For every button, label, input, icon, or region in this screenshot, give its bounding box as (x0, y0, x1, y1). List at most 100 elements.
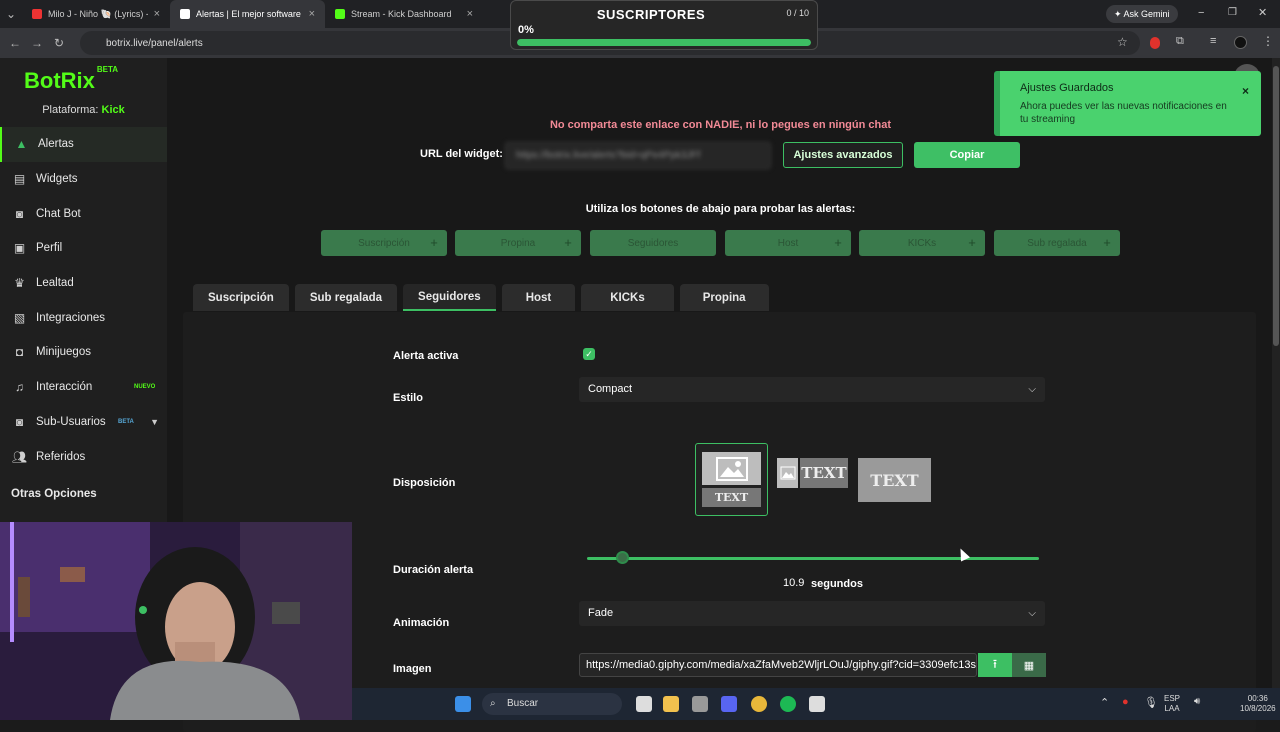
tab-sub-regalada[interactable]: Sub regalada (294, 284, 398, 311)
beta-badge: BETA (118, 418, 134, 425)
taskbar-search[interactable]: ⌕ Buscar (482, 693, 622, 715)
check-icon: ✓ (585, 349, 593, 359)
subscriber-goal-fill (517, 39, 811, 46)
plus-icon: + (430, 235, 438, 250)
close-icon[interactable]: × (467, 8, 473, 20)
sidebar-item-lealtad[interactable]: ♛ Lealtad (0, 266, 167, 301)
tray-expand-icon[interactable]: ⌃ (1100, 696, 1109, 709)
windows-start-icon[interactable] (455, 696, 471, 712)
extension-icon[interactable] (1150, 37, 1160, 49)
test-gifted-sub-button[interactable]: Sub regalada + (994, 230, 1120, 256)
style-select[interactable]: Compact ⌵ (579, 377, 1045, 402)
upload-button[interactable]: ⭱ (978, 653, 1012, 677)
media-control-icon[interactable]: ≡ (1210, 35, 1216, 47)
webcam-feed-image (0, 522, 352, 720)
new-badge: NUEVO (134, 384, 156, 391)
text-placeholder: TEXT (858, 458, 931, 502)
profile-avatar-icon[interactable] (1234, 36, 1247, 49)
close-icon[interactable]: × (154, 8, 160, 20)
gallery-button[interactable]: ▦ (1012, 653, 1046, 677)
ask-gemini-button[interactable]: ✦ Ask Gemini (1106, 5, 1178, 23)
page-scrollbar[interactable] (1272, 58, 1280, 720)
app-icon[interactable] (692, 696, 708, 712)
tab-propina[interactable]: Propina (679, 284, 769, 311)
integrations-icon: ▧ (13, 310, 26, 325)
kick-icon (335, 9, 345, 19)
tab-kicks[interactable]: KICKs (581, 284, 674, 311)
minimize-icon[interactable]: − (1198, 7, 1204, 19)
sidebar-item-interaccion[interactable]: ♫ Interacción NUEVO (0, 370, 167, 405)
animation-select[interactable]: Fade ⌵ (579, 601, 1045, 626)
sidebar-item-widgets[interactable]: ▤ Widgets (0, 162, 167, 197)
botrix-logo[interactable]: BotRix BETA (24, 65, 118, 94)
test-followers-button[interactable]: Seguidores (590, 230, 716, 256)
subscriber-goal-widget: SUSCRIPTORES 0 / 10 0% (510, 0, 818, 50)
alert-active-label: Alerta activa (393, 350, 459, 362)
obs-icon[interactable] (809, 696, 825, 712)
tab-host[interactable]: Host (501, 284, 576, 311)
discord-icon[interactable] (721, 696, 737, 712)
widget-url-field[interactable]: https://botrix.live/alerts?bid=qPe4Ppk3J… (505, 142, 771, 169)
kebab-menu-icon[interactable]: ⋮ (1262, 34, 1274, 48)
tray-app-icon[interactable]: ● (1122, 696, 1129, 708)
sidebar-item-integraciones[interactable]: ▧ Integraciones (0, 300, 167, 335)
extensions-puzzle-icon[interactable]: ⧉ (1176, 35, 1184, 48)
layout-option-overlay[interactable]: TEXT (858, 443, 931, 516)
tab-list-icon[interactable]: ⌄ (0, 7, 22, 21)
microphone-icon[interactable]: 🎙︎ (1144, 696, 1158, 709)
browser-tab-kick[interactable]: Stream - Kick Dashboard × (325, 0, 483, 28)
sidebar-item-alertas[interactable]: ▲ Alertas (0, 127, 167, 162)
test-host-button[interactable]: Host + (725, 230, 851, 256)
test-kicks-button[interactable]: KICKs + (859, 230, 985, 256)
robot-icon: ◙ (15, 206, 24, 221)
alert-active-checkbox[interactable]: ✓ (583, 348, 595, 360)
clock[interactable]: 00:36 10/8/2026 (1240, 694, 1276, 714)
other-options-heading[interactable]: Otras Opciones (11, 488, 97, 500)
settings-saved-toast: Ajustes Guardados Ahora puedes ver las n… (994, 71, 1261, 136)
bookmark-star-icon[interactable]: ☆ (1117, 35, 1128, 49)
browser-tab-alertas[interactable]: Alertas | El mejor software para × (170, 0, 325, 28)
layout-option-stacked[interactable]: TEXT (695, 443, 768, 516)
widgets-icon: ▤ (13, 172, 26, 187)
platform-indicator: Plataforma: Kick (42, 104, 125, 116)
image-url-input[interactable]: https://media0.giphy.com/media/xaZfaMveb… (579, 653, 977, 677)
task-view-icon[interactable] (636, 696, 652, 712)
chrome-icon[interactable] (751, 696, 767, 712)
sidebar-item-sub-usuarios[interactable]: ◙ Sub-Usuarios BETA ▼ (0, 405, 167, 440)
spotify-icon[interactable] (780, 696, 796, 712)
back-icon[interactable]: ← (4, 36, 26, 50)
restore-icon[interactable]: ❐ (1228, 7, 1237, 18)
chevron-down-icon[interactable]: ▼ (150, 417, 159, 427)
test-subscription-button[interactable]: Suscripción + (321, 230, 447, 256)
advanced-settings-button[interactable]: Ajustes avanzados (783, 142, 903, 168)
copy-button[interactable]: Copiar (914, 142, 1020, 168)
sidebar-item-perfil[interactable]: ▣ Perfil (0, 231, 167, 266)
test-alerts-heading: Utiliza los botones de abajo para probar… (585, 203, 856, 215)
reload-icon[interactable]: ↻ (48, 36, 70, 50)
close-icon[interactable]: × (1242, 84, 1249, 98)
forward-icon[interactable]: → (26, 36, 48, 50)
sidebar-item-referidos[interactable]: 👥︎ Referidos (0, 439, 167, 474)
plus-icon: + (1103, 235, 1111, 250)
test-tip-button[interactable]: Propina + (455, 230, 581, 256)
input-language[interactable]: ESP LAA (1164, 694, 1180, 714)
plus-icon: + (834, 235, 842, 250)
tab-seguidores[interactable]: Seguidores (403, 284, 496, 311)
sidebar-item-minijuegos[interactable]: ◘ Minijuegos (0, 335, 167, 370)
volume-icon[interactable]: 🔊︎ (1194, 696, 1200, 707)
close-icon[interactable]: × (309, 8, 315, 20)
browser-tab-music[interactable]: Milo J - Niño 🐚 (Lyrics) - Y × (22, 0, 170, 28)
subscriber-goal-percent: 0% (518, 24, 534, 36)
duration-slider-track[interactable] (587, 557, 1039, 560)
sparkle-icon: ✦ (1114, 9, 1124, 19)
sidebar-item-chat-bot[interactable]: ◙ Chat Bot (0, 196, 167, 231)
window-close-icon[interactable]: ✕ (1258, 6, 1267, 19)
robot-icon: ◙ (15, 414, 24, 429)
text-placeholder: TEXT (702, 488, 761, 507)
layout-option-side[interactable]: TEXT (775, 443, 848, 516)
duration-slider-thumb[interactable] (616, 551, 630, 564)
scrollbar-thumb[interactable] (1273, 66, 1279, 346)
subscriber-goal-title: SUSCRIPTORES (596, 7, 706, 22)
file-explorer-icon[interactable] (663, 696, 679, 712)
tab-suscripcion[interactable]: Suscripción (193, 284, 289, 311)
